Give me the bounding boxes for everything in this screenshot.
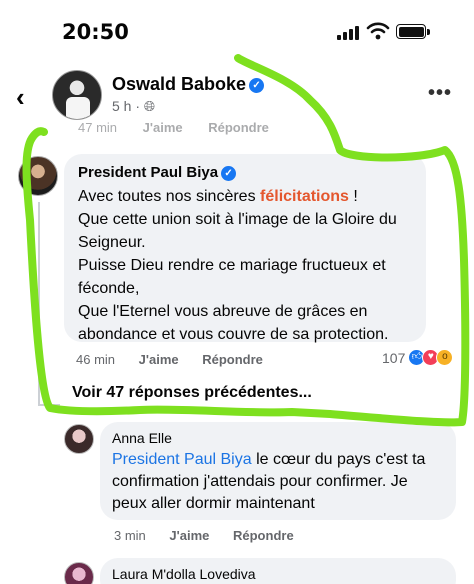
globe-icon: 🌐︎ — [143, 98, 156, 114]
wow-reaction-icon: o — [436, 349, 454, 366]
comment-rest: Que cette union soit à l'image de la Glo… — [78, 211, 397, 343]
avatar[interactable] — [18, 156, 58, 196]
reply-bubble: Laura M'dolla Lovediva — [100, 558, 456, 584]
highlighted-word: félicitations — [260, 188, 349, 205]
page-title[interactable]: Oswald Baboke ✓ — [112, 74, 265, 95]
battery-icon — [396, 24, 430, 39]
reply-author[interactable]: Anna Elle — [112, 430, 444, 446]
status-bar: 20:50 — [0, 0, 474, 60]
reply-actions: 3 min J'aime Répondre — [114, 528, 314, 543]
comment-time: 46 min — [76, 352, 116, 367]
comment-actions: 46 min J'aime Répondre — [76, 352, 283, 367]
comment-text: Avec toutes nos sincères félicitations !… — [78, 188, 397, 343]
post-meta: 5 h · 🌐︎ — [112, 98, 155, 115]
avatar[interactable] — [64, 562, 94, 584]
reply-author[interactable]: Laura M'dolla Lovediva — [112, 566, 444, 582]
post-time: 5 h · — [112, 98, 144, 114]
author-name[interactable]: Oswald Baboke — [112, 74, 246, 94]
avatar[interactable] — [52, 70, 102, 120]
reply-time: 3 min — [114, 528, 146, 543]
reply-button[interactable]: Répondre — [233, 528, 294, 543]
like-button[interactable]: J'aime — [143, 120, 183, 135]
verified-badge-icon: ✓ — [249, 77, 265, 93]
comment-time: 47 min — [78, 120, 118, 135]
reply-text: President Paul Biya le cœur du pays c'es… — [112, 451, 426, 512]
previous-comment-actions: 47 min J'aime Répondre — [78, 120, 291, 135]
like-button[interactable]: J'aime — [169, 528, 209, 543]
view-previous-replies-link[interactable]: Voir 47 réponses précédentes... — [72, 384, 312, 402]
comment-bubble: President Paul Biya ✓ Avec toutes nos sin… — [64, 154, 426, 343]
signal-icon — [337, 26, 359, 40]
avatar[interactable] — [64, 424, 94, 454]
reply-bubble: Anna Elle President Paul Biya le cœur du… — [100, 422, 456, 520]
status-time: 20:50 — [62, 20, 129, 44]
reaction-summary[interactable]: 107 👍︎ ♥ o — [382, 349, 454, 366]
comment-author[interactable]: President Paul Biya ✓ — [78, 164, 412, 181]
reply-button[interactable]: Répondre — [202, 352, 263, 367]
like-button[interactable]: J'aime — [139, 352, 179, 367]
post-header: ‹ Oswald Baboke ✓ 5 h · 🌐︎ ••• — [0, 66, 474, 126]
reply-button[interactable]: Répondre — [208, 120, 269, 135]
chevron-left-icon[interactable]: ‹ — [16, 84, 25, 110]
wifi-icon — [366, 22, 390, 40]
thread-line — [38, 202, 40, 406]
reaction-count: 107 — [382, 349, 406, 366]
thread-line — [38, 404, 60, 406]
mention-link[interactable]: President Paul Biya — [112, 451, 252, 468]
more-horizontal-icon[interactable]: ••• — [428, 82, 452, 105]
verified-badge-icon: ✓ — [221, 165, 237, 181]
